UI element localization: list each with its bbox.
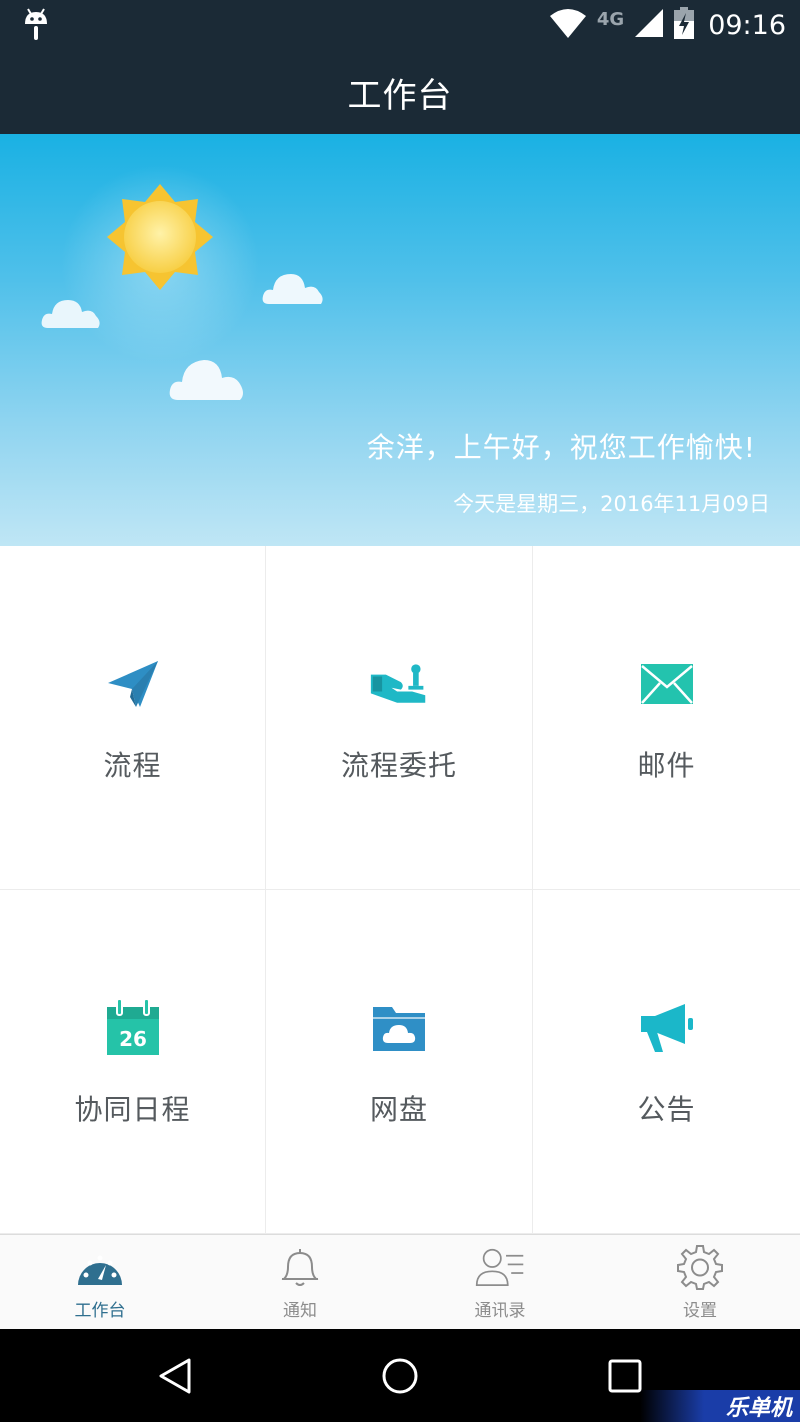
grid-item-label: 协同日程 <box>74 1093 191 1126</box>
wifi-icon <box>549 8 587 42</box>
dashboard-icon <box>75 1244 125 1290</box>
cloud-icon <box>261 268 325 310</box>
hand-delegate-icon <box>369 654 429 714</box>
system-nav-bar: 乐单机 <box>0 1329 800 1422</box>
grid-item-label: 网盘 <box>369 1093 428 1126</box>
android-debug-icon <box>22 8 50 42</box>
status-bar: 4G 09:16 <box>0 0 800 50</box>
cloud-icon <box>40 294 102 334</box>
home-icon[interactable] <box>375 1351 425 1401</box>
grid-item-schedule[interactable]: 26 协同日程 <box>0 890 266 1234</box>
back-icon[interactable] <box>150 1351 200 1401</box>
battery-charging-icon <box>674 7 695 43</box>
megaphone-icon <box>637 998 697 1058</box>
signal-icon <box>634 8 664 42</box>
tab-label: 设置 <box>683 1301 717 1321</box>
grid-item-label: 邮件 <box>637 749 696 782</box>
envelope-icon <box>637 654 697 714</box>
tab-label: 通知 <box>283 1301 317 1321</box>
sun-icon <box>105 182 215 292</box>
calendar-day: 26 <box>119 1027 147 1051</box>
tab-contacts[interactable]: 通讯录 <box>400 1235 600 1329</box>
grid-item-label: 流程 <box>103 749 162 782</box>
grid-item-announcement[interactable]: 公告 <box>533 890 800 1234</box>
bell-icon <box>275 1244 325 1290</box>
watermark-logo: 乐单机 <box>640 1390 800 1422</box>
grid-item-label: 公告 <box>637 1093 696 1126</box>
greeting-banner: 余洋，上午好，祝您工作愉快! 今天是星期三，2016年11月09日 <box>0 134 800 546</box>
network-type: 4G <box>596 8 625 30</box>
contacts-icon <box>475 1244 525 1290</box>
app-bar: 工作台 <box>0 50 800 134</box>
calendar-icon: 26 <box>103 998 163 1058</box>
cloud-icon <box>168 354 246 406</box>
paper-plane-icon <box>103 654 163 714</box>
page-title: 工作台 <box>347 75 453 116</box>
bottom-tab-bar: 工作台 通知 通讯录 设置 <box>0 1234 800 1329</box>
tab-settings[interactable]: 设置 <box>600 1235 800 1329</box>
grid-item-mail[interactable]: 邮件 <box>533 546 800 890</box>
feature-grid: 流程 流程委托 邮件 26 协同日程 网盘 公告 <box>0 546 800 1234</box>
tab-workbench[interactable]: 工作台 <box>0 1235 200 1329</box>
grid-item-cloud-drive[interactable]: 网盘 <box>266 890 533 1234</box>
grid-item-workflow-delegate[interactable]: 流程委托 <box>266 546 533 890</box>
tab-label: 工作台 <box>74 1301 126 1321</box>
date-text: 今天是星期三，2016年11月09日 <box>453 492 770 516</box>
grid-item-label: 流程委托 <box>340 749 457 782</box>
grid-item-workflow[interactable]: 流程 <box>0 546 266 890</box>
greeting-text: 余洋，上午好，祝您工作愉快! <box>366 431 756 464</box>
cloud-folder-icon <box>369 998 429 1058</box>
tab-label: 通讯录 <box>474 1301 526 1321</box>
tab-notifications[interactable]: 通知 <box>200 1235 400 1329</box>
status-clock: 09:16 <box>708 9 786 41</box>
gear-icon <box>675 1244 725 1290</box>
